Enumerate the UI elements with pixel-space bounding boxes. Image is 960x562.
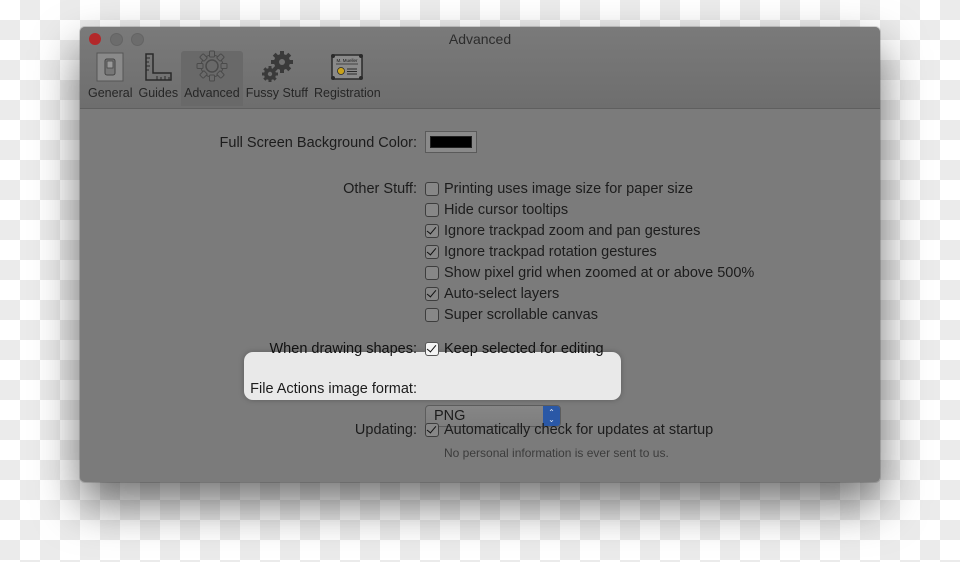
- advanced-pane: Full Screen Background Color: Other Stuf…: [80, 109, 880, 482]
- checkbox-label: Auto-select layers: [444, 286, 560, 302]
- tab-registration[interactable]: M. Mueller Registration: [311, 51, 384, 106]
- checkbox-label: Ignore trackpad rotation gestures: [444, 244, 657, 260]
- gear-icon: [194, 49, 230, 83]
- checkbox-label: Show pixel grid when zoomed at or above …: [444, 265, 755, 281]
- checkbox[interactable]: [425, 287, 439, 301]
- gears-icon: [259, 51, 295, 83]
- registration-name: M. Mueller: [337, 58, 359, 63]
- checkbox-label: Ignore trackpad zoom and pan gestures: [444, 223, 701, 239]
- checkbox-auto-select-layers[interactable]: Auto-select layers: [425, 286, 559, 302]
- tab-label: Fussy Stuff: [245, 86, 308, 100]
- checkbox[interactable]: [425, 266, 439, 280]
- background-color-well[interactable]: [425, 131, 477, 153]
- checkbox[interactable]: [425, 342, 439, 356]
- checkbox-label: Hide cursor tooltips: [444, 202, 569, 218]
- title-bar: Advanced General Guides Advanced Fussy S…: [80, 27, 880, 109]
- tab-label: General: [88, 86, 133, 100]
- ruler-icon: [140, 51, 176, 83]
- certificate-icon: M. Mueller: [329, 51, 365, 83]
- checkbox-auto-update[interactable]: Automatically check for updates at start…: [425, 422, 713, 438]
- updating-label: Updating:: [354, 422, 417, 438]
- checkbox-super-scrollable[interactable]: Super scrollable canvas: [425, 307, 598, 323]
- checkbox-printing-image-size[interactable]: Printing uses image size for paper size: [425, 181, 693, 197]
- checkbox-hide-cursor-tooltips[interactable]: Hide cursor tooltips: [425, 202, 568, 218]
- preferences-window: Advanced General Guides Advanced Fussy S…: [80, 27, 880, 482]
- checkbox[interactable]: [425, 245, 439, 259]
- checkbox[interactable]: [425, 203, 439, 217]
- checkbox[interactable]: [425, 224, 439, 238]
- preferences-toolbar: General Guides Advanced Fussy Stuff M. M…: [85, 49, 384, 108]
- checkbox-ignore-rotation[interactable]: Ignore trackpad rotation gestures: [425, 244, 657, 260]
- checkbox[interactable]: [425, 182, 439, 196]
- checkbox-label: Printing uses image size for paper size: [444, 181, 694, 197]
- tab-advanced[interactable]: Advanced: [181, 49, 243, 106]
- window-title: Advanced: [448, 31, 512, 47]
- other-stuff-label: Other Stuff:: [343, 181, 417, 197]
- tab-general[interactable]: General: [85, 51, 135, 106]
- checkbox-label: Automatically check for updates at start…: [444, 422, 714, 438]
- drawing-shapes-label: When drawing shapes:: [269, 341, 418, 357]
- color-swatch: [430, 136, 472, 148]
- tab-guides[interactable]: Guides: [135, 51, 181, 106]
- switch-icon: [92, 51, 128, 83]
- checkbox-ignore-zoom-pan[interactable]: Ignore trackpad zoom and pan gestures: [425, 223, 700, 239]
- checkbox-keep-selected[interactable]: Keep selected for editing: [425, 341, 604, 357]
- tab-label: Guides: [138, 86, 179, 100]
- tab-label: Advanced: [184, 86, 240, 100]
- file-format-label: File Actions image format:: [250, 381, 417, 397]
- tab-label: Registration: [314, 86, 381, 100]
- checkbox[interactable]: [425, 423, 439, 437]
- privacy-note: No personal information is ever sent to …: [444, 446, 669, 460]
- checkbox-label: Super scrollable canvas: [444, 307, 598, 323]
- checkbox[interactable]: [425, 308, 439, 322]
- tab-fussy-stuff[interactable]: Fussy Stuff: [243, 51, 311, 106]
- checkbox-label: Keep selected for editing: [444, 341, 604, 357]
- background-color-label: Full Screen Background Color:: [219, 135, 417, 151]
- checkbox-show-pixel-grid[interactable]: Show pixel grid when zoomed at or above …: [425, 265, 754, 281]
